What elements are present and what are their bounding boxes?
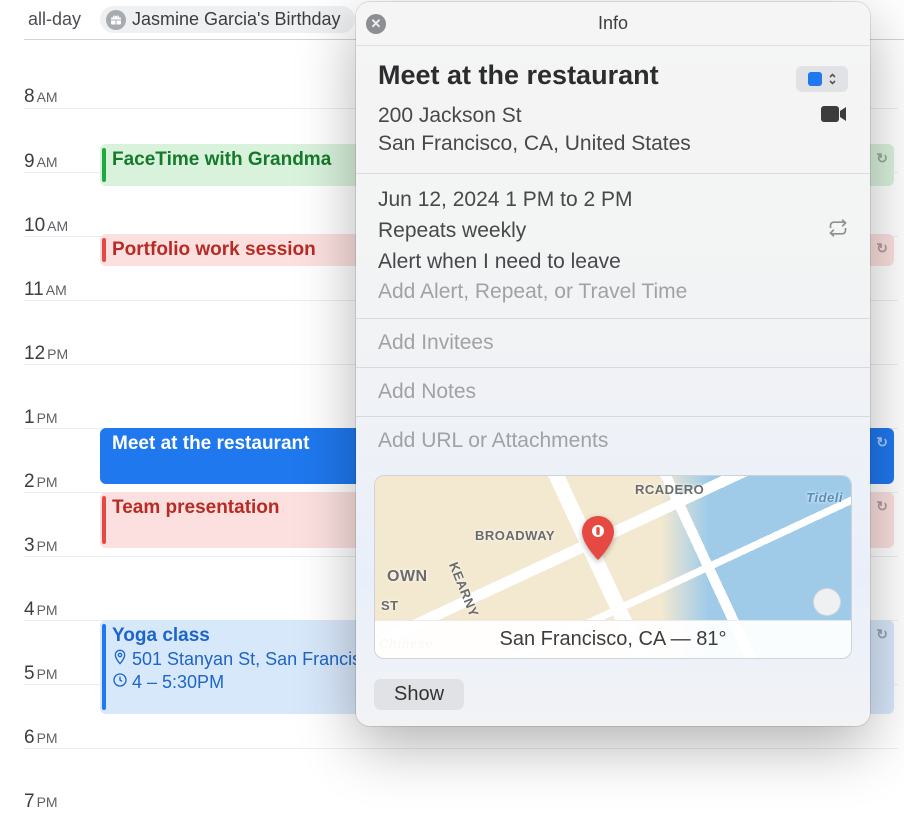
allday-event-title: Jasmine Garcia's Birthday (132, 9, 341, 30)
event-repeat[interactable]: Repeats weekly (378, 219, 526, 243)
event-location-field[interactable]: 200 Jackson St San Francisco, CA, United… (378, 102, 691, 159)
event-title: FaceTime with Grandma (112, 149, 331, 170)
map-pin-icon (580, 516, 616, 565)
repeat-icon: ↻ (876, 434, 888, 451)
clock-icon (112, 672, 128, 693)
chevron-updown-icon (828, 72, 837, 87)
repeat-icon (828, 218, 848, 244)
hour-label: 5PM (24, 621, 96, 684)
add-invitees-field[interactable]: Add Invitees (378, 331, 848, 355)
location-map[interactable]: BROADWAY KEARNY OWN ST RCADERO Tideli Ch… (374, 475, 852, 659)
hour-label: 9AM (24, 109, 96, 172)
repeat-icon: ↻ (876, 150, 888, 167)
popover-title: Info (598, 13, 628, 34)
event-title: Portfolio work session (112, 239, 316, 260)
event-location: 501 Stanyan St, San Francisco (132, 649, 380, 670)
color-swatch-blue (808, 72, 822, 86)
hour-label: 8AM (24, 44, 96, 108)
allday-event-chip[interactable]: Jasmine Garcia's Birthday (100, 6, 355, 33)
event-name-field[interactable]: Meet at the restaurant (378, 60, 659, 91)
hour-label: 11AM (24, 237, 96, 300)
event-datetime[interactable]: Jun 12, 2024 1 PM to 2 PM (378, 188, 632, 212)
map-street-label: BROADWAY (475, 528, 555, 543)
map-street-label: ST (381, 598, 399, 613)
hour-label: 1PM (24, 365, 96, 428)
map-current-location-badge[interactable] (813, 588, 841, 616)
video-call-icon[interactable] (820, 104, 848, 130)
event-title: Meet at the restaurant (112, 433, 309, 454)
map-label: Tideli (806, 490, 843, 505)
add-url-attachments-field[interactable]: Add URL or Attachments (378, 429, 848, 453)
calendar-color-picker[interactable] (796, 66, 848, 92)
repeat-icon: ↻ (876, 626, 888, 643)
hour-label: 10AM (24, 173, 96, 236)
event-time: 4 – 5:30PM (132, 672, 224, 693)
add-alert-repeat-travel[interactable]: Add Alert, Repeat, or Travel Time (378, 280, 848, 304)
hour-label: 3PM (24, 493, 96, 556)
hour-label: 6PM (24, 685, 96, 748)
location-pin-icon (112, 649, 128, 670)
hour-label: 2PM (24, 429, 96, 492)
map-weather-text: San Francisco, CA — 81° (500, 628, 727, 651)
event-info-popover: ✕ Info Meet at the restaurant 200 Jackso… (356, 2, 870, 726)
map-street-label: OWN (387, 568, 428, 586)
repeat-icon: ↻ (876, 498, 888, 515)
event-alert[interactable]: Alert when I need to leave (378, 250, 621, 274)
add-notes-field[interactable]: Add Notes (378, 380, 848, 404)
map-street-label: RCADERO (635, 482, 704, 497)
repeat-icon: ↻ (876, 240, 888, 257)
hour-label: 4PM (24, 557, 96, 620)
show-button[interactable]: Show (374, 679, 464, 710)
hour-label: 12PM (24, 301, 96, 364)
allday-label: all-day (28, 9, 100, 30)
event-title: Yoga class (112, 625, 210, 646)
hour-label: 7PM (24, 749, 96, 812)
close-button[interactable]: ✕ (366, 14, 386, 34)
gift-icon (106, 10, 126, 30)
event-title: Team presentation (112, 497, 280, 518)
